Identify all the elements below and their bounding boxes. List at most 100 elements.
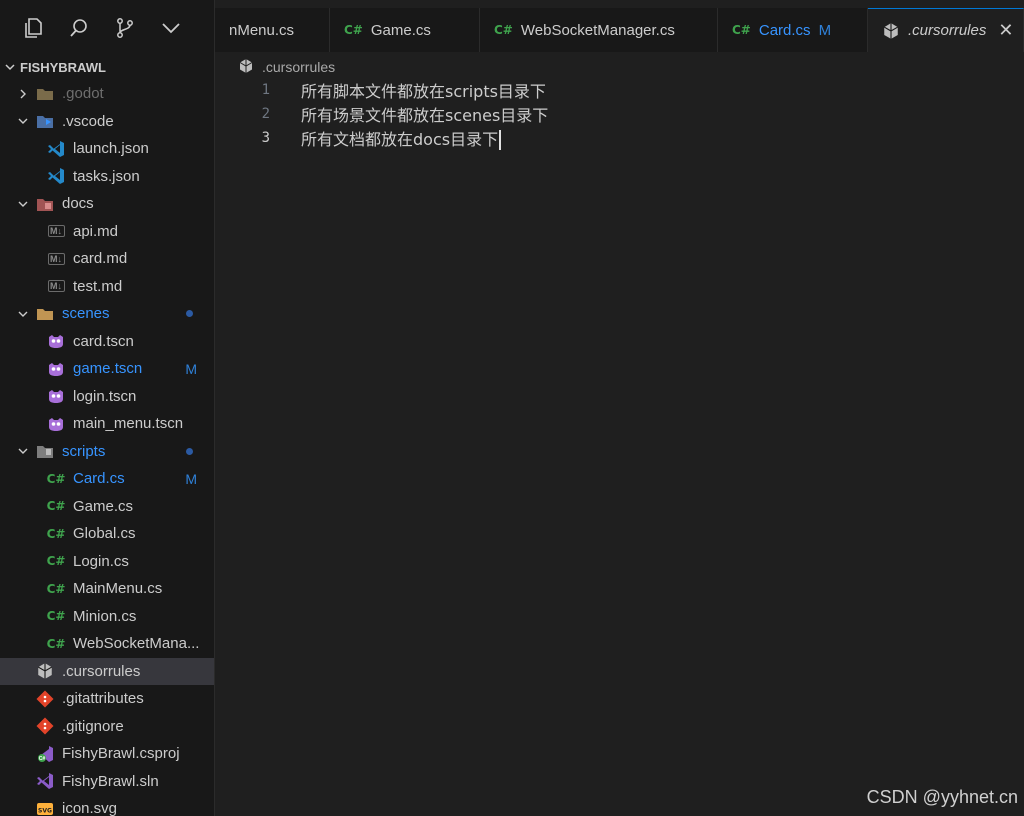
chevron-down-icon bbox=[16, 197, 30, 211]
file-item[interactable]: C# Game.cs bbox=[0, 493, 214, 521]
code-text[interactable]: 所有文档都放在docs目录下 bbox=[301, 126, 502, 151]
editor-tab[interactable]: .cursorrules ✕ bbox=[868, 8, 1024, 52]
vscode-file-icon bbox=[47, 140, 65, 158]
file-item[interactable]: SVG icon.svg bbox=[0, 795, 214, 816]
editor-tab[interactable]: C# WebSocketManager.cs bbox=[480, 8, 718, 52]
folder-item[interactable]: scripts bbox=[0, 438, 214, 466]
tree-item-label: tasks.json bbox=[73, 167, 140, 185]
file-item[interactable]: M↓ card.md bbox=[0, 245, 214, 273]
code-line[interactable]: 3 所有文档都放在docs目录下 bbox=[216, 126, 1024, 151]
tab-label: .cursorrules bbox=[908, 22, 987, 39]
tree-item-label: .vscode bbox=[62, 112, 114, 130]
file-item[interactable]: C# Minion.cs bbox=[0, 603, 214, 631]
explorer-root-header[interactable]: FISHYBRAWL bbox=[0, 56, 214, 78]
tree-item-label: login.tscn bbox=[73, 387, 137, 405]
csproj-file-icon: C# bbox=[36, 745, 54, 763]
file-item[interactable]: C# Global.cs bbox=[0, 520, 214, 548]
code-text-content: 所有场景文件都放在scenes目录下 bbox=[301, 106, 549, 125]
cursor-file-icon bbox=[882, 22, 900, 40]
file-item[interactable]: launch.json bbox=[0, 135, 214, 163]
file-item[interactable]: tasks.json bbox=[0, 163, 214, 191]
file-item[interactable]: C# Card.cs M bbox=[0, 465, 214, 493]
editor-tab[interactable]: C# Card.cs M bbox=[718, 8, 868, 52]
file-item[interactable]: C# WebSocketMana... bbox=[0, 630, 214, 658]
editor-tab-bar: nMenu.cs C# Game.cs C# WebSocketManager.cs C#… bbox=[215, 8, 1024, 52]
code-text-content: 所有文档都放在docs目录下 bbox=[301, 129, 499, 149]
file-item[interactable]: C# MainMenu.cs bbox=[0, 575, 214, 603]
file-item[interactable]: .cursorrules bbox=[0, 657, 214, 685]
chevron-right-icon bbox=[16, 87, 30, 101]
cursor-file-icon bbox=[36, 662, 54, 680]
folder-item[interactable]: .godot bbox=[0, 80, 214, 108]
tab-label: Card.cs bbox=[758, 21, 811, 39]
breadcrumb[interactable]: .cursorrules bbox=[238, 56, 335, 78]
cursor-file-icon bbox=[238, 58, 254, 77]
search-icon[interactable] bbox=[68, 17, 90, 39]
tree-item-label: Game.cs bbox=[73, 497, 134, 515]
folder-item[interactable]: scenes bbox=[0, 300, 214, 328]
svg-text:SVG: SVG bbox=[38, 807, 52, 814]
watermark: CSDN @yyhnet.cn bbox=[866, 787, 1018, 807]
scripts-folder-icon bbox=[36, 442, 54, 460]
code-editor[interactable]: 1 所有脚本文件都放在scripts目录下 2 所有场景文件都放在scenes目录下 3… bbox=[216, 78, 1024, 151]
file-item[interactable]: game.tscn M bbox=[0, 355, 214, 383]
file-item[interactable]: C# Login.cs bbox=[0, 548, 214, 576]
line-number: 1 bbox=[261, 82, 270, 98]
chevron-down-icon bbox=[16, 114, 30, 128]
code-text[interactable]: 所有场景文件都放在scenes目录下 bbox=[301, 102, 548, 126]
file-item[interactable]: main_menu.tscn bbox=[0, 410, 214, 438]
file-item[interactable]: FishyBrawl.sln bbox=[0, 768, 214, 796]
editor-tab[interactable]: nMenu.cs bbox=[215, 8, 330, 52]
folder-item[interactable]: docs bbox=[0, 190, 214, 218]
tab-label: WebSocketManager.cs bbox=[520, 21, 675, 39]
activity-bar bbox=[0, 0, 214, 56]
code-text[interactable]: 所有脚本文件都放在scripts目录下 bbox=[301, 78, 546, 102]
docs-folder-icon bbox=[36, 195, 54, 213]
line-number: 3 bbox=[261, 130, 270, 146]
files-icon[interactable] bbox=[22, 17, 44, 39]
chevron-down-icon[interactable] bbox=[160, 17, 182, 39]
tree-item-label: launch.json bbox=[73, 140, 149, 158]
editor-tab[interactable]: C# Game.cs bbox=[330, 8, 480, 52]
file-item[interactable]: M↓ test.md bbox=[0, 273, 214, 301]
tree-item-label: game.tscn bbox=[73, 360, 143, 378]
folder-item[interactable]: .vscode bbox=[0, 108, 214, 136]
breadcrumb-file[interactable]: .cursorrules bbox=[262, 59, 335, 75]
tree-item-label: Login.cs bbox=[73, 552, 129, 570]
file-item[interactable]: login.tscn bbox=[0, 383, 214, 411]
code-text-content: 所有脚本文件都放在scripts目录下 bbox=[301, 82, 546, 101]
tree-item-label: FishyBrawl.sln bbox=[62, 772, 159, 790]
csharp-file-icon: C# bbox=[46, 526, 66, 541]
git-file-icon bbox=[36, 717, 54, 735]
tree-item-label: card.tscn bbox=[73, 332, 134, 350]
close-icon[interactable]: ✕ bbox=[998, 20, 1013, 41]
tree-item-label: Global.cs bbox=[73, 525, 136, 543]
tree-item-label: icon.svg bbox=[62, 800, 118, 816]
code-line[interactable]: 1 所有脚本文件都放在scripts目录下 bbox=[216, 78, 1024, 102]
tree-item-label: WebSocketMana... bbox=[73, 635, 200, 653]
file-item[interactable]: M↓ api.md bbox=[0, 218, 214, 246]
file-item[interactable]: .gitignore bbox=[0, 713, 214, 741]
explorer-sidebar: FISHYBRAWL .godot .vscode launch.json tasks… bbox=[0, 0, 215, 816]
file-tree: .godot .vscode launch.json tasks.json docs M↓… bbox=[0, 80, 214, 816]
file-item[interactable]: card.tscn bbox=[0, 328, 214, 356]
modified-badge: M bbox=[818, 21, 832, 39]
vscode-folder-icon bbox=[36, 112, 54, 130]
csharp-file-icon: C# bbox=[46, 499, 66, 514]
tree-item-label: Card.cs bbox=[73, 470, 125, 488]
chevron-down-icon bbox=[0, 61, 20, 73]
explorer-root-label: FISHYBRAWL bbox=[20, 59, 106, 75]
modified-badge: M bbox=[185, 470, 197, 487]
file-item[interactable]: C# FishyBrawl.csproj bbox=[0, 740, 214, 768]
file-item[interactable]: .gitattributes bbox=[0, 685, 214, 713]
tab-label: Game.cs bbox=[370, 21, 431, 39]
csharp-file-icon: C# bbox=[494, 23, 513, 37]
code-line[interactable]: 2 所有场景文件都放在scenes目录下 bbox=[216, 102, 1024, 126]
csharp-file-icon: C# bbox=[46, 554, 66, 569]
csharp-file-icon: C# bbox=[46, 471, 66, 486]
source-control-icon[interactable] bbox=[114, 17, 136, 39]
tree-item-label: .godot bbox=[62, 85, 104, 103]
